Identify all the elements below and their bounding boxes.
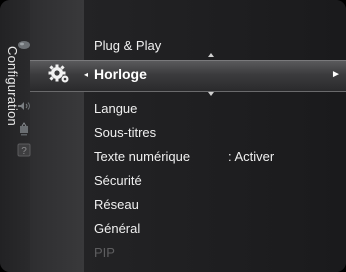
- category-label: Configuration: [5, 46, 20, 126]
- menu-item-pip: PIP: [94, 245, 115, 260]
- texte-numerique-value: : Activer: [228, 149, 275, 164]
- menu-item-reseau[interactable]: Réseau: [94, 197, 139, 212]
- support-icon[interactable]: ?: [17, 143, 31, 157]
- menu-item-securite[interactable]: Sécurité: [94, 173, 142, 188]
- menu-item-langue[interactable]: Langue: [94, 101, 137, 116]
- sound-icon[interactable]: [17, 101, 33, 111]
- menu-item-horloge[interactable]: Horloge: [94, 66, 147, 82]
- setup-gear-icon[interactable]: [48, 64, 70, 84]
- settings-menu-panel: Configuration ? Plug & Play ◂ Horloge ► …: [0, 0, 346, 272]
- submenu-arrow-icon[interactable]: ►: [331, 69, 341, 80]
- channel-icon[interactable]: [17, 122, 31, 136]
- scroll-down-indicator: [208, 92, 214, 96]
- category-icon-column: [30, 0, 84, 272]
- menu-item-plug-and-play[interactable]: Plug & Play: [94, 38, 161, 53]
- svg-text:?: ?: [21, 146, 27, 157]
- menu-item-sous-titres[interactable]: Sous-titres: [94, 125, 156, 140]
- selected-left-arrow: ◂: [84, 70, 89, 79]
- menu-item-general[interactable]: Général: [94, 221, 140, 236]
- picture-icon[interactable]: [17, 40, 31, 50]
- menu-item-highlight: [30, 60, 346, 92]
- menu-item-texte-numerique[interactable]: Texte numérique: [94, 149, 190, 164]
- scroll-up-indicator: [208, 53, 214, 57]
